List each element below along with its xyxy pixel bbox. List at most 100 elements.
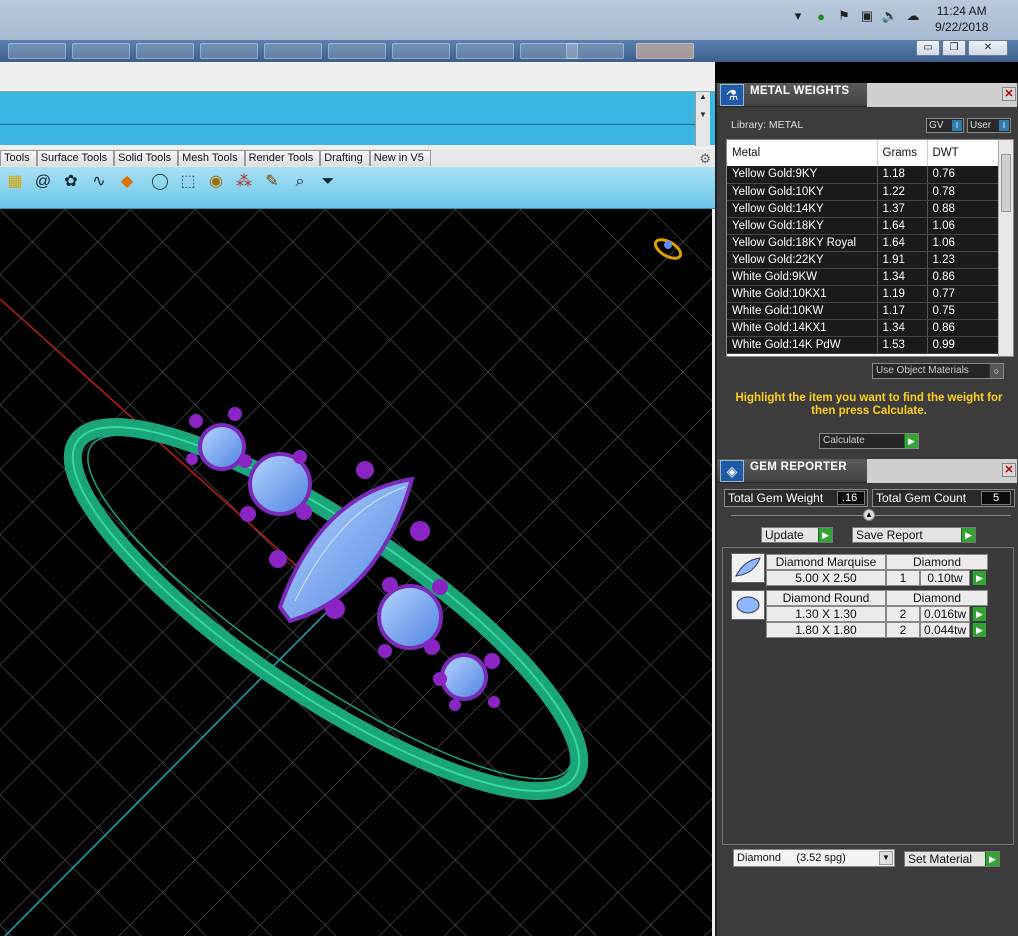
volume-icon[interactable]: 🔊	[882, 8, 898, 24]
spiral-icon[interactable]: @	[33, 172, 53, 192]
flag-icon[interactable]: ⚑	[836, 8, 852, 24]
calculate-button[interactable]: Calculate ▶	[819, 433, 919, 449]
dwt-cell: 0.77	[927, 285, 999, 303]
metal-table-scrollbar[interactable]	[998, 140, 1013, 356]
taskbar-app-button[interactable]	[200, 43, 258, 59]
table-row[interactable]: Yellow Gold:18KY 1.64 1.06	[727, 217, 999, 235]
collapse-icon[interactable]: ▲	[863, 509, 875, 521]
materials-icon[interactable]: ⁂	[234, 172, 254, 192]
table-row[interactable]: White Gold:10KX1 1.19 0.77	[727, 285, 999, 303]
table-row[interactable]: Yellow Gold:22KY 1.91 1.23	[727, 251, 999, 269]
table-row[interactable]: White Gold:14KX1 1.34 0.86	[727, 319, 999, 337]
play-icon[interactable]: ▶	[972, 623, 986, 637]
gem-weight[interactable]: 0.044tw	[920, 622, 970, 638]
taskbar-app-button[interactable]	[264, 43, 322, 59]
tab-render-tools[interactable]: Render Tools	[244, 150, 321, 166]
tab-mesh-tools[interactable]: Mesh Tools	[178, 150, 245, 166]
gem-size[interactable]: 1.80 X 1.80	[766, 622, 886, 638]
metal-weights-table[interactable]: Metal Grams DWT Yellow Gold:9KY 1.18 0.76 Y…	[726, 139, 1014, 357]
update-label: Update	[765, 528, 804, 542]
taskbar-app-button[interactable]	[328, 43, 386, 59]
play-icon[interactable]: ▶	[972, 607, 986, 621]
material-select[interactable]: Diamond (3.52 spg) ▼	[733, 849, 895, 867]
close-icon[interactable]: ✕	[1002, 87, 1016, 101]
update-button[interactable]: Update ▶	[761, 527, 833, 543]
gear-pattern-icon[interactable]: ✿	[61, 172, 81, 192]
column-header-grams[interactable]: Grams	[877, 140, 928, 166]
tab-surface-tools[interactable]: Surface Tools	[36, 150, 115, 166]
round-thumbnail[interactable]	[731, 590, 765, 620]
library-label: Library: METAL	[731, 119, 804, 131]
play-icon[interactable]: ▶	[972, 571, 986, 585]
save-report-button[interactable]: Save Report ▶	[852, 527, 976, 543]
gem-size[interactable]: 5.00 X 2.50	[766, 570, 886, 586]
gem-group-name[interactable]: Diamond Marquise	[766, 554, 886, 570]
command-scrollbar[interactable]: ▲ ▼	[695, 92, 710, 146]
chevron-up-icon[interactable]: ▾	[790, 8, 806, 24]
taskbar-app-button[interactable]	[392, 43, 450, 59]
network-icon[interactable]: ▣	[859, 8, 875, 24]
column-header-metal[interactable]: Metal	[727, 140, 878, 166]
fill-icon[interactable]: ◆	[117, 172, 137, 192]
dwt-cell: 0.86	[927, 268, 999, 286]
zoom-icon[interactable]: ⌕	[290, 172, 310, 192]
table-row[interactable]: Yellow Gold:18KY Royal 1.64 1.06	[727, 234, 999, 252]
gem-count[interactable]: 2	[886, 606, 920, 622]
minimize-button[interactable]: ▭	[916, 40, 940, 56]
gv-toggle[interactable]: GV I	[926, 118, 964, 133]
cloud-icon[interactable]: ☁	[905, 8, 921, 24]
system-clock[interactable]: 11:24 AM 9/22/2018	[935, 3, 988, 35]
gear-icon[interactable]: ⚙	[699, 151, 711, 167]
user-toggle[interactable]: User I	[967, 118, 1011, 133]
material-select-value: Diamond (3.52 spg)	[737, 852, 846, 864]
grams-cell: 1.18	[877, 166, 928, 184]
render-icon[interactable]: ◉	[206, 172, 226, 192]
surface-grid-icon[interactable]: ▦	[5, 172, 25, 192]
gem-weight[interactable]: 0.10tw	[920, 570, 970, 586]
column-header-dwt[interactable]: DWT	[927, 140, 999, 166]
restore-button[interactable]: ❐	[942, 40, 966, 56]
close-button[interactable]: ✕	[968, 40, 1008, 56]
table-row[interactable]: Yellow Gold:14KY 1.37 0.88	[727, 200, 999, 218]
gem-group-material[interactable]: Diamond	[886, 590, 988, 606]
taskbar-app-button[interactable]	[566, 43, 624, 59]
sphere-icon[interactable]: ◯	[150, 172, 170, 192]
tab-drafting[interactable]: Drafting	[320, 150, 370, 166]
gem-group-material[interactable]: Diamond	[886, 554, 988, 570]
table-row[interactable]: Yellow Gold:10KY 1.22 0.78	[727, 183, 999, 201]
scrollbar-thumb[interactable]	[1001, 154, 1011, 212]
table-row[interactable]: White Gold:14K PdW 1.53 0.99	[727, 336, 999, 354]
metal-name-cell: White Gold:10KW	[727, 302, 878, 320]
filter-icon[interactable]: ⏷	[318, 172, 338, 192]
taskbar-app-button-active[interactable]	[636, 43, 694, 59]
dwt-cell: 0.76	[927, 166, 999, 184]
gem-group-name[interactable]: Diamond Round	[766, 590, 886, 606]
gem-count[interactable]: 2	[886, 622, 920, 638]
tab-solid-tools[interactable]: Solid Tools	[114, 150, 179, 166]
toggle-indicator-icon: I	[999, 120, 1009, 131]
tab-new-in-v5[interactable]: New in V5	[369, 150, 431, 166]
table-row[interactable]: White Gold:9KW 1.34 0.86	[727, 268, 999, 286]
table-row[interactable]: White Gold:10KW 1.17 0.75	[727, 302, 999, 320]
gem-weight[interactable]: 0.016tw	[920, 606, 970, 622]
gem-size[interactable]: 1.30 X 1.30	[766, 606, 886, 622]
command-area[interactable]: ▲ ▼	[0, 91, 715, 146]
table-row[interactable]: Yellow Gold:9KY 1.18 0.76	[727, 166, 999, 184]
taskbar-app-button[interactable]	[8, 43, 66, 59]
windows-taskbar: ▾ ● ⚑ ▣ 🔊 ☁ 11:24 AM 9/22/2018	[0, 0, 1018, 40]
security-icon[interactable]: ●	[813, 8, 829, 24]
metal-name-cell: Yellow Gold:10KY	[727, 183, 878, 201]
taskbar-app-button[interactable]	[72, 43, 130, 59]
curve-icon[interactable]: ∿	[89, 172, 109, 192]
cube-icon[interactable]: ⬚	[178, 172, 198, 192]
brush-icon[interactable]: ✎	[262, 172, 282, 192]
tab-tools[interactable]: Tools	[0, 150, 37, 166]
marquise-thumbnail[interactable]	[731, 553, 765, 583]
perspective-viewport[interactable]	[0, 209, 712, 936]
use-object-materials-button[interactable]: Use Object Materials ○	[872, 363, 1004, 379]
taskbar-app-button[interactable]	[136, 43, 194, 59]
gem-count[interactable]: 1	[886, 570, 920, 586]
taskbar-app-button[interactable]	[456, 43, 514, 59]
set-material-button[interactable]: Set Material ▶	[904, 851, 1000, 867]
close-icon[interactable]: ✕	[1002, 463, 1016, 477]
